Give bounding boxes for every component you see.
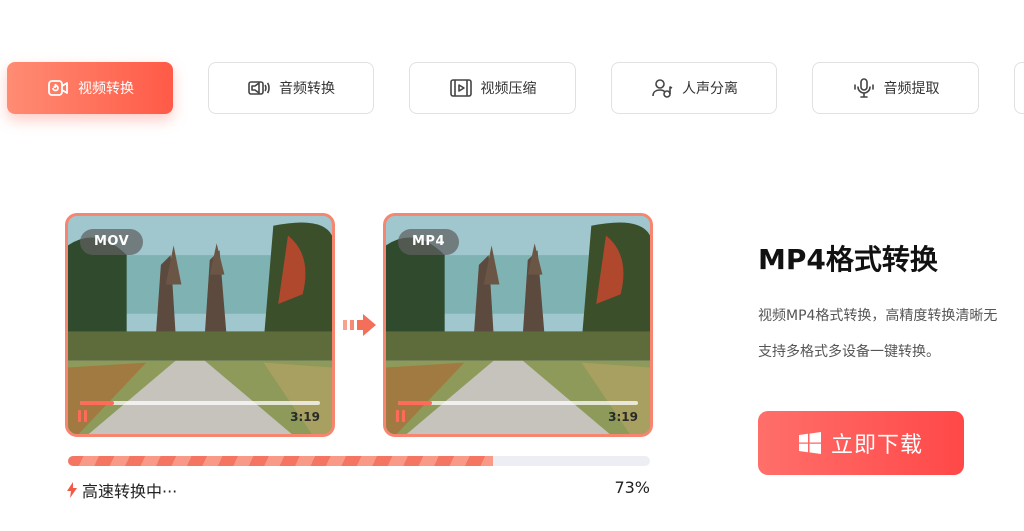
tab-label: 音频提取: [883, 81, 940, 97]
conversion-percent: 73%: [614, 478, 650, 497]
tab-audio-convert[interactable]: 音频转换: [208, 62, 374, 114]
windows-icon: [798, 432, 821, 454]
format-badge-source: MOV: [80, 229, 144, 255]
conversion-status: 高速转换中···: [66, 478, 177, 502]
microphone-icon: [852, 76, 876, 100]
tab-audio-extract[interactable]: 音频提取: [812, 62, 979, 114]
video-duration: 3:19: [608, 410, 638, 424]
tab-video-compress[interactable]: 视频压缩: [409, 62, 576, 114]
playback-progress-bar[interactable]: [80, 401, 320, 405]
conversion-status-text: 高速转换中···: [82, 482, 178, 501]
audio-speaker-icon: [247, 76, 271, 100]
convert-arrow-icon: [343, 314, 376, 336]
video-convert-icon: [46, 76, 70, 100]
video-compress-icon: [449, 76, 473, 100]
tab-label: 音频转换: [279, 81, 335, 97]
tab-label: 视频压缩: [480, 81, 537, 97]
voice-separation-icon: [650, 76, 674, 100]
download-button[interactable]: 立即下载: [758, 411, 964, 475]
tab-video-convert[interactable]: 视频转换: [7, 62, 173, 114]
tab-partial[interactable]: [1014, 62, 1024, 114]
target-video-preview[interactable]: MP4 3:19: [383, 213, 653, 437]
conversion-progress-bar: [68, 456, 650, 466]
playback-progress-fill: [398, 401, 432, 405]
description-line-2: 支持多格式多设备一键转换。: [758, 344, 940, 360]
pause-icon[interactable]: [395, 410, 407, 422]
conversion-progress-fill: [68, 456, 493, 466]
video-duration: 3:19: [290, 410, 320, 424]
download-button-label: 立即下载: [830, 433, 923, 458]
pause-icon[interactable]: [77, 410, 89, 422]
playback-progress-fill: [80, 401, 114, 405]
lightning-icon: [67, 482, 77, 498]
tab-label: 视频转换: [78, 81, 134, 97]
playback-progress-bar[interactable]: [398, 401, 638, 405]
format-badge-target: MP4: [398, 229, 460, 255]
source-video-preview[interactable]: MOV 3:19: [65, 213, 335, 437]
page-title: MP4格式转换: [758, 243, 938, 276]
description-line-1: 视频MP4格式转换，高精度转换清晰无: [758, 308, 998, 324]
tab-voice-separation[interactable]: 人声分离: [611, 62, 777, 114]
tab-label: 人声分离: [682, 81, 738, 97]
